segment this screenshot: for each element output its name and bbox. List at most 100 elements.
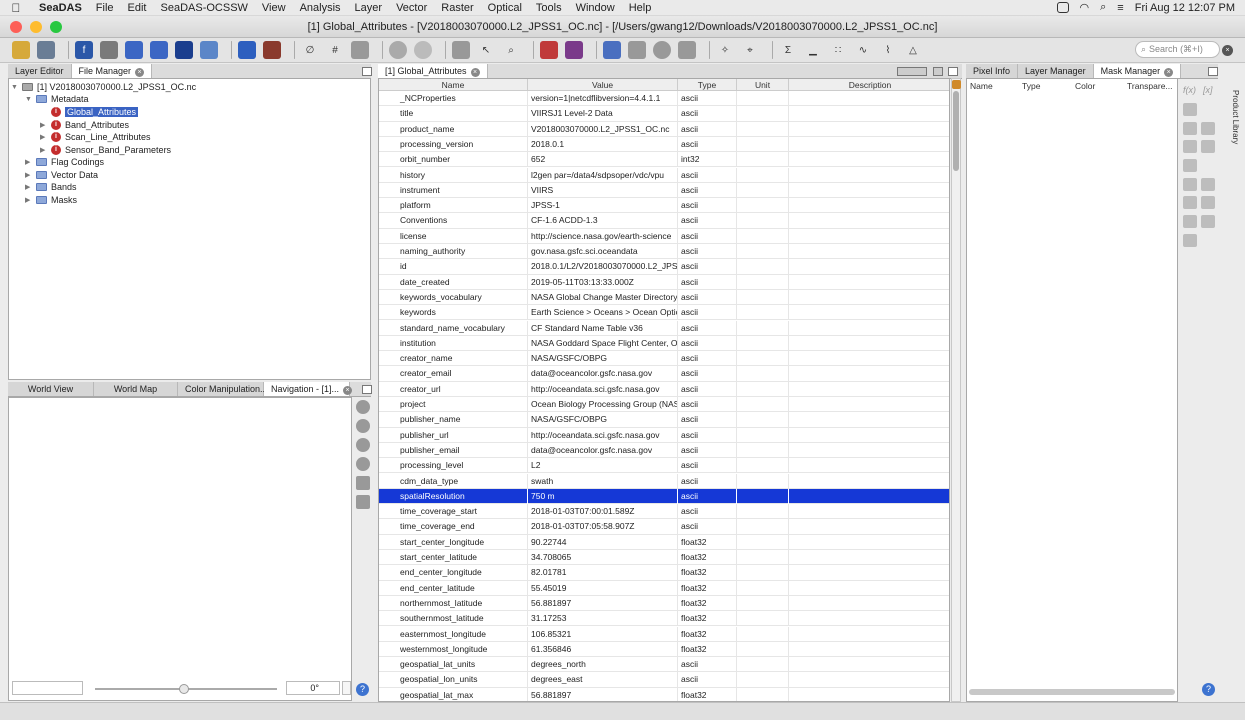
mask-zoom-icon[interactable] bbox=[1183, 234, 1197, 247]
mask-duplicate-icon[interactable] bbox=[1183, 178, 1197, 191]
col-name[interactable]: Name bbox=[379, 79, 528, 91]
expand-arrow-icon[interactable]: ▶ bbox=[40, 133, 47, 141]
zoom-tool-icon[interactable]: ⌕ bbox=[502, 41, 520, 59]
zoom-out-icon[interactable] bbox=[356, 419, 370, 433]
tree-node-flag-codings[interactable]: ▶ Flag Codings bbox=[25, 156, 104, 168]
maximize-panel-icon[interactable] bbox=[948, 67, 958, 76]
menu-view[interactable]: View bbox=[255, 2, 293, 14]
table-row[interactable]: start_center_latitude 34.708065 float32 bbox=[379, 550, 949, 566]
table-row[interactable]: publisher_name NASA/GSFC/OBPG ascii bbox=[379, 412, 949, 428]
table-row[interactable]: Conventions CF-1.6 ACDD-1.3 ascii bbox=[379, 213, 949, 229]
table-row[interactable]: instrument VIIRS ascii bbox=[379, 182, 949, 199]
search-field[interactable]: ⌕ Search (⌘+I) bbox=[1135, 41, 1220, 58]
telescope-icon[interactable] bbox=[263, 41, 281, 59]
menu-raster[interactable]: Raster bbox=[434, 2, 480, 14]
tree-node-masks[interactable]: ▶ Masks bbox=[25, 194, 77, 206]
mask-union-icon[interactable] bbox=[1201, 122, 1215, 135]
table-row[interactable]: easternmost_longitude 106.85321 float32 bbox=[379, 626, 949, 642]
close-tab-icon[interactable]: × bbox=[135, 68, 145, 77]
close-tab-icon[interactable]: × bbox=[343, 386, 353, 395]
mask-col-transparency[interactable]: Transpare... bbox=[1127, 81, 1173, 91]
table-row[interactable]: geospatial_lon_units degrees_east ascii bbox=[379, 672, 949, 688]
help-icon[interactable]: ? bbox=[1202, 683, 1215, 696]
clock[interactable]: Fri Aug 12 12:07 PM bbox=[1135, 2, 1235, 14]
corner-icon[interactable] bbox=[952, 80, 961, 89]
zoom-slider[interactable] bbox=[95, 684, 277, 694]
tree-node-product[interactable]: ▼ [1] V2018003070000.L2_JPSS1_OC.nc bbox=[11, 81, 196, 93]
zoom-pixel-icon[interactable] bbox=[356, 438, 370, 452]
expand-arrow-icon[interactable]: ▶ bbox=[40, 146, 47, 154]
table-row[interactable]: processing_version 2018.0.1 ascii bbox=[379, 136, 949, 153]
expand-arrow-icon[interactable]: ▶ bbox=[25, 158, 32, 166]
menu-tools[interactable]: Tools bbox=[529, 2, 569, 14]
minimize-window-button[interactable] bbox=[30, 21, 42, 33]
expand-arrow-icon[interactable]: ▶ bbox=[25, 171, 32, 179]
table-row[interactable]: geospatial_lat_max 56.881897 float32 bbox=[379, 687, 949, 701]
close-window-button[interactable] bbox=[10, 21, 22, 33]
col-value[interactable]: Value bbox=[528, 79, 678, 91]
tab-layer-editor[interactable]: Layer Editor bbox=[8, 64, 72, 78]
draw-ellipse-icon[interactable] bbox=[653, 41, 671, 59]
tab-color-manipulation[interactable]: Color Manipulation... bbox=[178, 382, 268, 396]
tab-world-map[interactable]: World Map bbox=[94, 382, 178, 396]
mask-hscrollbar[interactable] bbox=[969, 689, 1175, 695]
tree-node-metadata[interactable]: ▼ Metadata bbox=[25, 93, 89, 105]
close-tab-icon[interactable]: × bbox=[470, 68, 480, 77]
band-maths-icon[interactable]: f bbox=[75, 41, 93, 59]
menu-file[interactable]: File bbox=[89, 2, 121, 14]
expand-arrow-icon[interactable]: ▶ bbox=[40, 121, 47, 129]
table-row[interactable]: end_center_latitude 55.45019 float32 bbox=[379, 580, 949, 596]
tree-node-scan-line-attributes[interactable]: ▶ i Scan_Line_Attributes bbox=[40, 131, 151, 143]
mask-intersection-icon[interactable] bbox=[1183, 140, 1197, 153]
tab-scroll-buttons[interactable] bbox=[897, 67, 927, 76]
table-row[interactable]: creator_url http://oceandata.sci.gsfc.nas… bbox=[379, 381, 949, 397]
expand-arrow-icon[interactable]: ▼ bbox=[25, 96, 32, 103]
tab-list-icon[interactable] bbox=[933, 67, 943, 76]
wand-icon[interactable]: ✧ bbox=[716, 41, 734, 59]
mask-difference-icon[interactable] bbox=[1201, 140, 1215, 153]
table-row[interactable]: geospatial_lat_units degrees_north ascii bbox=[379, 657, 949, 673]
mask-col-type[interactable]: Type bbox=[1022, 81, 1040, 91]
mask-transfer-icon[interactable] bbox=[1201, 196, 1215, 209]
subset-icon[interactable] bbox=[175, 41, 193, 59]
tree-node-sensor-band-parameters[interactable]: ▶ i Sensor_Band_Parameters bbox=[40, 144, 171, 156]
table-row[interactable]: time_coverage_start 2018-01-03T07:00:01.5… bbox=[379, 504, 949, 520]
expand-arrow-icon[interactable]: ▶ bbox=[25, 183, 32, 191]
angle-spinner[interactable] bbox=[342, 681, 351, 695]
table-row[interactable]: keywords Earth Science > Oceans > Ocean O… bbox=[379, 305, 949, 321]
zoom-all-icon[interactable] bbox=[356, 457, 370, 471]
navigation-view[interactable] bbox=[8, 397, 352, 701]
maximize-panel-icon[interactable] bbox=[362, 385, 372, 394]
menu-seadas-ocssw[interactable]: SeaDAS-OCSSW bbox=[154, 2, 255, 14]
table-row[interactable]: project Ocean Biology Processing Group (N… bbox=[379, 397, 949, 413]
tree-node-band-attributes[interactable]: ▶ i Band_Attributes bbox=[40, 119, 129, 131]
col-type[interactable]: Type bbox=[678, 79, 737, 91]
table-row[interactable]: time_coverage_end 2018-01-03T07:05:58.907… bbox=[379, 519, 949, 535]
table-row[interactable]: processing_level L2 ascii bbox=[379, 458, 949, 474]
tab-navigation[interactable]: Navigation - [1]... × bbox=[264, 382, 353, 396]
sync-views-icon[interactable] bbox=[356, 476, 370, 490]
table-row[interactable]: cdm_data_type swath ascii bbox=[379, 473, 949, 489]
menu-vector[interactable]: Vector bbox=[389, 2, 434, 14]
table-row[interactable]: southernmost_latitude 31.17253 float32 bbox=[379, 611, 949, 627]
graticule-icon[interactable]: # bbox=[326, 41, 344, 59]
no-data-icon[interactable]: ∅ bbox=[301, 41, 319, 59]
table-row[interactable]: id 2018.0.1/L2/V2018003070000.L2_JPSS1 asc… bbox=[379, 259, 949, 275]
table-row[interactable]: westernmost_longitude 61.356846 float32 bbox=[379, 641, 949, 658]
profile-plot-icon[interactable]: ∿ bbox=[854, 41, 872, 59]
menu-optical[interactable]: Optical bbox=[481, 2, 529, 14]
table-row[interactable]: naming_authority gov.nasa.gsfc.sci.oceand… bbox=[379, 244, 949, 260]
pin-manager-icon[interactable] bbox=[565, 41, 583, 59]
mask-col-name[interactable]: Name bbox=[970, 81, 993, 91]
app-menu[interactable]: SeaDAS bbox=[32, 2, 89, 14]
table-row[interactable]: _NCProperties version=1|netcdflibversion=… bbox=[379, 91, 949, 107]
table-scrollbar[interactable] bbox=[951, 78, 961, 702]
mask-export-icon[interactable] bbox=[1201, 215, 1215, 228]
table-row[interactable]: end_center_longitude 82.01781 float32 bbox=[379, 565, 949, 581]
range-finder-icon[interactable]: ⌖ bbox=[741, 41, 759, 59]
table-row[interactable]: standard_name_vocabulary CF Standard Name… bbox=[379, 320, 949, 336]
mask-col-color[interactable]: Color bbox=[1075, 81, 1095, 91]
help-icon[interactable]: ? bbox=[356, 683, 369, 696]
tab-global-attributes[interactable]: [1] Global_Attributes × bbox=[378, 64, 488, 78]
spectrum-icon[interactable]: ⌇ bbox=[879, 41, 897, 59]
